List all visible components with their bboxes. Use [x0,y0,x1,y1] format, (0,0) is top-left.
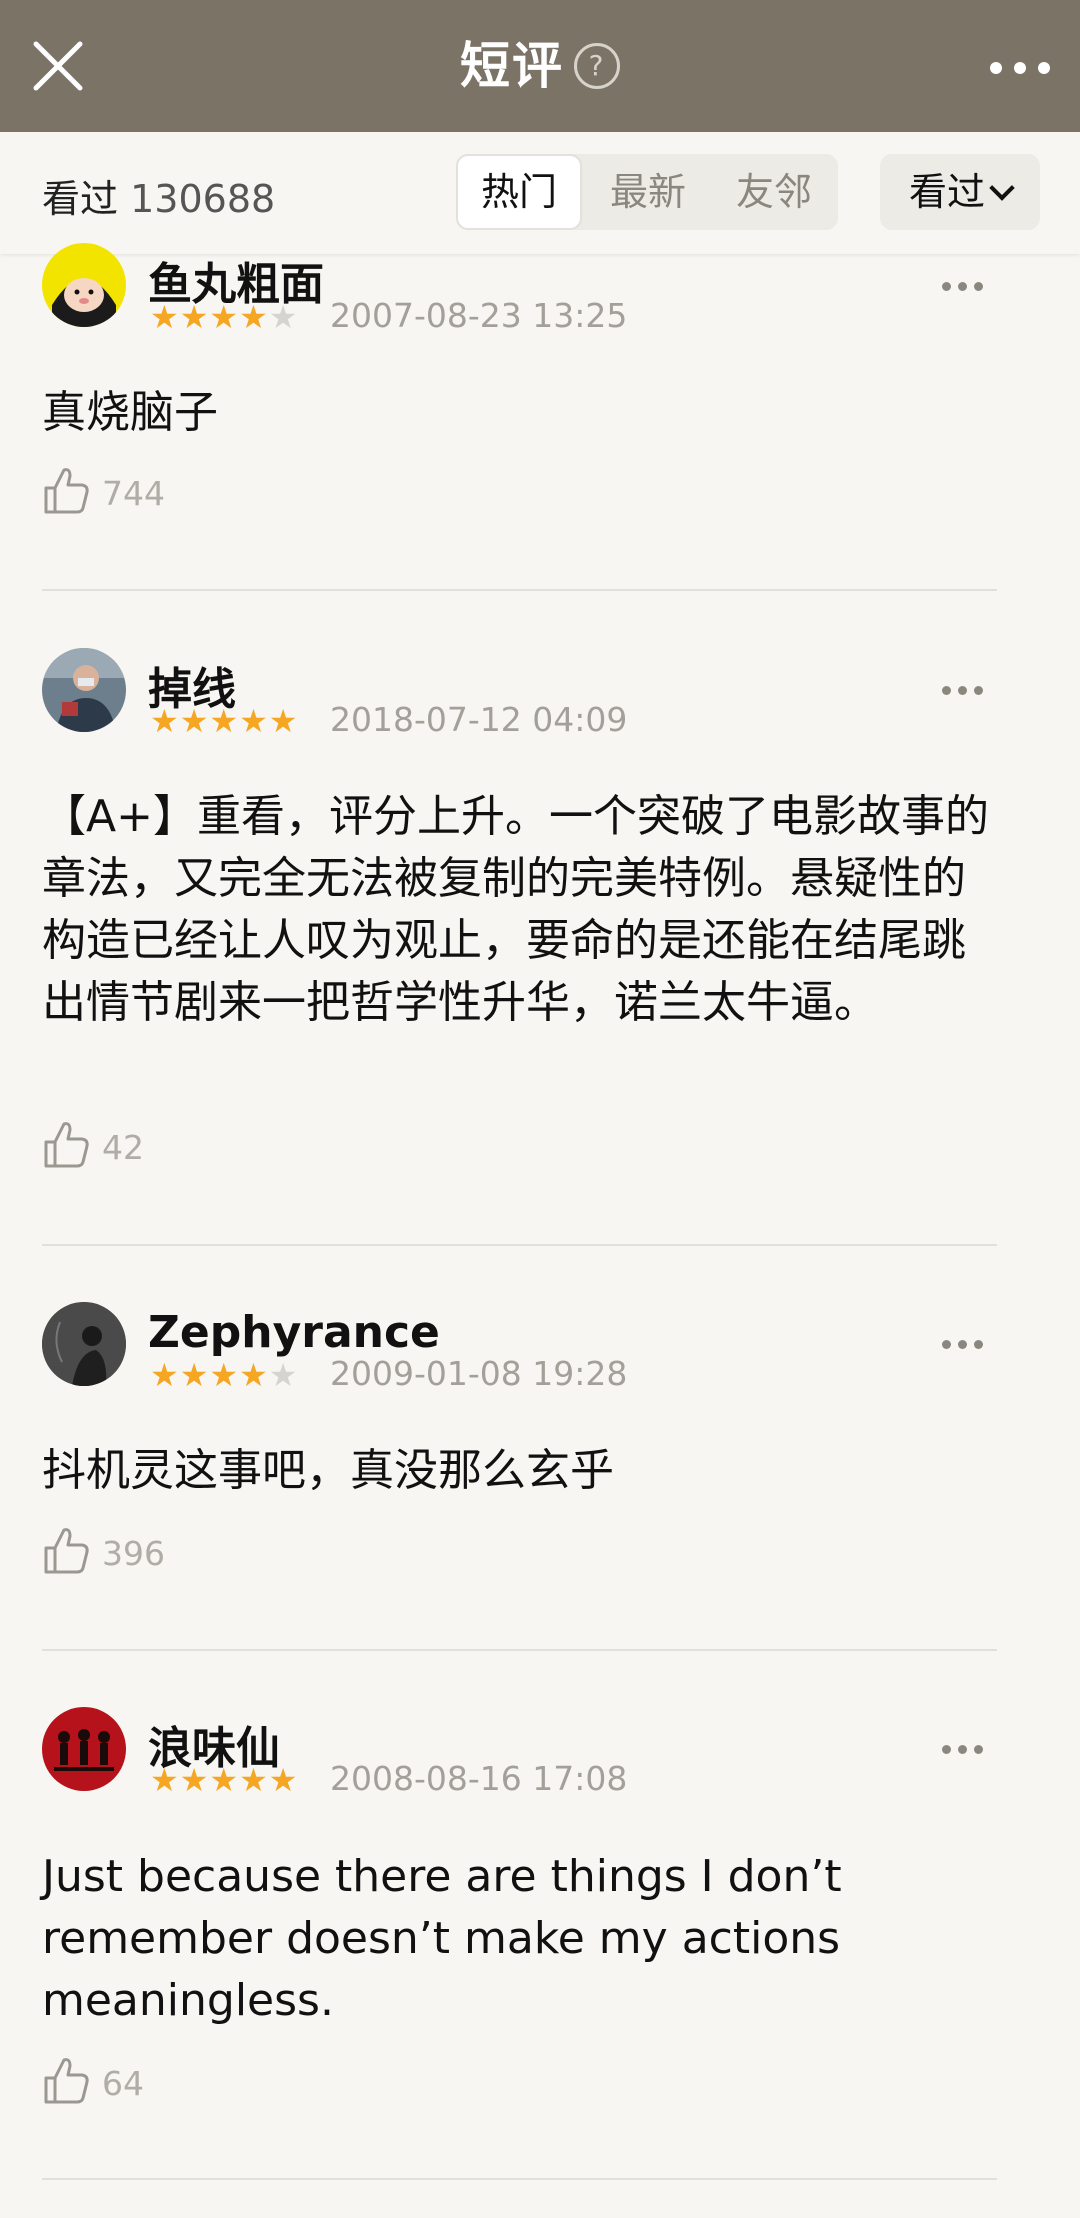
chevron-down-icon [989,175,1015,201]
review-more-button[interactable] [942,282,986,294]
avatar[interactable] [42,243,126,327]
like-button[interactable]: 396 [42,1526,165,1578]
review-more-button[interactable] [942,686,986,698]
thumbs-up-icon [44,1528,89,1574]
thumbs-up-icon [44,1122,89,1168]
page-title-text: 短评 [460,37,564,95]
seen-count: 看过 130688 [42,168,275,223]
rating-stars: ★★★★★ [150,298,299,336]
review-text: 抖机灵这事吧，真没那么玄乎 [42,1445,614,1496]
thumbs-up-icon [44,468,89,514]
username[interactable]: Zephyrance [148,1307,440,1358]
seen-number: 130688 [130,177,276,221]
rating-stars: ★★★★★ [150,1761,299,1799]
more-icon [990,62,1002,74]
review-date: 2007-08-23 13:25 [330,296,628,335]
review-date: 2018-07-12 04:09 [330,700,628,739]
filter-bar: 看过 130688 热门 最新 友邻 看过 [0,132,1080,254]
review-text: 真烧脑子 [42,387,218,438]
page-title: 短评? [0,30,1080,102]
rating-stars: ★★★★★ [150,702,299,740]
like-button[interactable]: 42 [42,1120,144,1172]
dropdown-label: 看过 [908,170,985,214]
tab-latest[interactable]: 最新 [586,154,710,230]
review-date: 2009-01-08 19:28 [330,1354,628,1393]
review-date: 2008-08-16 17:08 [330,1759,628,1798]
avatar[interactable] [42,1302,126,1386]
review-more-button[interactable] [942,1745,986,1757]
sort-tabs: 热门 最新 友邻 [456,154,838,230]
like-count: 64 [102,2064,144,2103]
review-more-button[interactable] [942,1340,986,1352]
review-text: 【A+】重看，评分上升。一个突破了电影故事的章法，又完全无法被复制的完美特例。悬… [42,791,989,1028]
like-count: 396 [102,1534,165,1573]
avatar[interactable] [42,648,126,732]
divider [42,2178,997,2180]
more-options-button[interactable] [988,46,1052,86]
review-text: Just because there are things I don’t re… [42,1851,842,2026]
tab-friends[interactable]: 友邻 [712,154,836,230]
rating-stars: ★★★★★ [150,1356,299,1394]
like-count: 744 [102,474,165,513]
like-count: 42 [102,1128,144,1167]
divider [42,1649,997,1651]
divider [42,589,997,591]
divider [42,1244,997,1246]
thumbs-up-icon [44,2058,89,2104]
top-bar: 短评? [0,0,1080,132]
avatar[interactable] [42,1707,126,1791]
status-dropdown[interactable]: 看过 [880,154,1040,230]
like-button[interactable]: 744 [42,466,165,518]
like-button[interactable]: 64 [42,2056,144,2108]
seen-label: 看过 [42,177,119,221]
help-icon[interactable]: ? [574,42,620,89]
tab-hot[interactable]: 热门 [456,154,582,230]
